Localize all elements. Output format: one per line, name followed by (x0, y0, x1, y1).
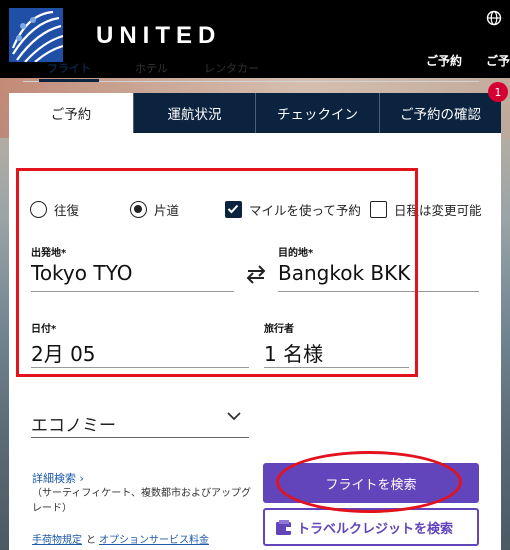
tab-my-trips-label: ご予約の確認 (400, 107, 481, 123)
radio-oneway-control[interactable] (130, 201, 147, 218)
tab-check-in[interactable]: チェックイン (255, 93, 379, 133)
chevron-down-icon[interactable] (226, 410, 242, 422)
destination-input[interactable]: Bangkok BKK (278, 261, 410, 285)
checkbox-use-miles-control[interactable] (225, 201, 242, 218)
subtab-rental-car[interactable]: レンタカー (204, 60, 259, 76)
cabin-select[interactable]: エコノミー (31, 411, 116, 436)
checkbox-use-miles[interactable]: マイルを使って予約 (225, 200, 361, 219)
date-input[interactable]: 2月 05 (31, 338, 96, 367)
baggage-policy-link[interactable]: 手荷物規定 (32, 531, 82, 546)
wallet-icon (276, 520, 292, 535)
date-label: 日付* (31, 324, 57, 335)
advanced-search-link[interactable]: 詳細検索 › (32, 470, 84, 486)
destination-underline (278, 291, 479, 292)
checkbox-flexible-dates[interactable]: 日程は変更可能 (370, 200, 482, 219)
tab-book[interactable]: ご予約 (9, 93, 133, 133)
header-link-reservations-2[interactable]: ご予 (486, 52, 510, 69)
origin-label: 出発地* (31, 248, 67, 259)
travelers-underline (264, 367, 409, 368)
tab-my-trips[interactable]: ご予約の確認 1 (379, 82, 508, 133)
brand-wordmark: UNITED (96, 22, 222, 49)
united-globe-logo[interactable] (9, 8, 63, 62)
tab-flight-status[interactable]: 運航状況 (133, 93, 255, 133)
footer-and-text: と (86, 535, 96, 546)
travelers-input[interactable]: 1 名様 (264, 338, 323, 367)
travelers-label: 旅行者 (264, 324, 294, 335)
booking-tabs: ご予約 運航状況 チェックイン ご予約の確認 1 (9, 82, 508, 133)
subtab-hotel[interactable]: ホテル (135, 60, 168, 76)
checkmark-icon (227, 204, 239, 214)
radio-roundtrip[interactable]: 往復 (30, 200, 79, 219)
booking-subtabs: フライト ホテル レンタカー (23, 60, 479, 82)
cabin-select-underline (31, 437, 249, 438)
search-flights-button[interactable]: フライトを検索 (263, 463, 479, 503)
radio-oneway[interactable]: 片道 (130, 200, 179, 219)
checkbox-use-miles-label: マイルを使って予約 (249, 203, 361, 218)
optional-fees-link[interactable]: オプションサービス料金 (99, 531, 209, 546)
date-underline (31, 367, 249, 368)
globe-icon[interactable] (486, 10, 502, 26)
search-flights-button-label: フライトを検索 (325, 477, 417, 493)
radio-roundtrip-control[interactable] (30, 201, 47, 218)
tab-flight-status-label: 運航状況 (167, 107, 222, 123)
radio-oneway-label: 片道 (154, 203, 180, 218)
checkbox-flexible-dates-control[interactable] (370, 201, 387, 218)
radio-roundtrip-label: 往復 (54, 203, 80, 218)
tab-book-label: ご予約 (50, 107, 92, 123)
swap-icon[interactable] (245, 263, 267, 285)
tab-check-in-label: チェックイン (277, 107, 358, 123)
destination-label: 目的地* (278, 248, 314, 259)
notification-badge: 1 (488, 82, 508, 102)
origin-underline (31, 291, 234, 292)
origin-input[interactable]: Tokyo TYO (31, 261, 132, 285)
subtab-flight[interactable]: フライト (39, 60, 99, 82)
find-travel-credit-button-label: トラベルクレジットを検索 (297, 521, 454, 537)
checkbox-flexible-dates-label: 日程は変更可能 (394, 203, 482, 218)
find-travel-credit-button[interactable]: トラベルクレジットを検索 (263, 508, 479, 546)
advanced-search-note: （サーティフィケート、複数都市およびアップグレード） (32, 488, 251, 514)
